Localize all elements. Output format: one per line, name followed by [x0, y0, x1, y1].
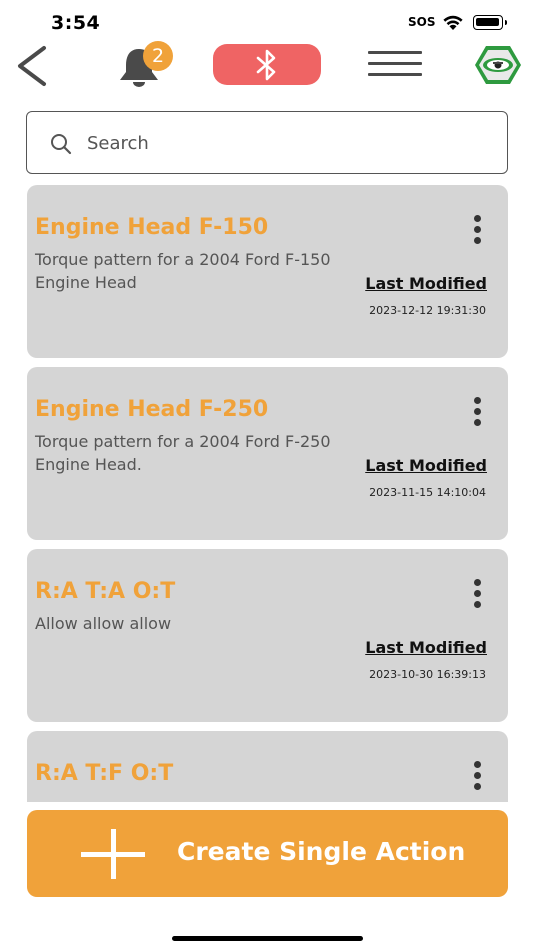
bluetooth-button[interactable]: [213, 44, 321, 85]
dot-icon: [473, 783, 481, 790]
bluetooth-icon: [256, 49, 276, 80]
create-button-label: Create Single Action: [177, 837, 466, 866]
action-card[interactable]: Engine Head F-250 Torque pattern for a 2…: [27, 367, 508, 540]
menu-line-icon: [368, 62, 422, 65]
app-logo[interactable]: [474, 44, 522, 86]
dot-icon: [473, 419, 481, 426]
more-options-button[interactable]: [467, 761, 487, 797]
dot-icon: [473, 408, 481, 415]
search-input[interactable]: [87, 126, 487, 160]
more-options-button[interactable]: [467, 397, 487, 433]
chevron-left-icon: [18, 46, 46, 86]
last-modified-label: Last Modified: [365, 456, 487, 475]
card-title: Engine Head F-250: [35, 397, 269, 422]
action-card[interactable]: R:A T:A O:T Allow allow allow Last Modif…: [27, 549, 508, 722]
action-card[interactable]: Engine Head F-150 Torque pattern for a 2…: [27, 185, 508, 358]
action-list-area[interactable]: Engine Head F-150 Torque pattern for a 2…: [0, 90, 534, 802]
dot-icon: [473, 601, 481, 608]
more-options-button[interactable]: [467, 579, 487, 615]
last-modified-date: 2023-10-30 16:39:13: [369, 668, 486, 681]
last-modified-label: Last Modified: [365, 274, 487, 293]
dot-icon: [473, 590, 481, 597]
search-bar[interactable]: [26, 111, 508, 174]
dot-icon: [473, 226, 481, 233]
logo-icon: [475, 46, 521, 84]
search-icon: [51, 134, 72, 155]
notifications-button[interactable]: 2: [113, 41, 177, 88]
nav-bar: 2: [0, 41, 534, 90]
card-description: Torque pattern for a 2004 Ford F-250 Eng…: [35, 432, 331, 474]
battery-icon: [473, 15, 507, 30]
sos-indicator: SOS: [408, 15, 436, 29]
last-modified-date: 2023-12-12 19:31:30: [369, 304, 486, 317]
dot-icon: [473, 397, 481, 404]
card-title: R:A T:A O:T: [35, 579, 176, 604]
last-modified-date: 2023-11-15 14:10:04: [369, 486, 486, 499]
menu-line-icon: [368, 73, 422, 76]
wifi-icon: [441, 13, 465, 35]
dot-icon: [473, 237, 481, 244]
dot-icon: [473, 772, 481, 779]
plus-icon: [81, 829, 145, 879]
card-title: Engine Head F-150: [35, 215, 269, 240]
dot-icon: [473, 579, 481, 586]
menu-button[interactable]: [368, 51, 422, 81]
last-modified-label: Last Modified: [365, 638, 487, 657]
dot-icon: [473, 215, 481, 222]
back-button[interactable]: [12, 44, 56, 88]
card-description: Allow allow allow: [35, 614, 172, 633]
dot-icon: [473, 761, 481, 768]
action-card[interactable]: R:A T:F O:T: [27, 731, 508, 802]
status-time: 3:54: [51, 12, 101, 34]
notification-badge: 2: [143, 41, 173, 71]
more-options-button[interactable]: [467, 215, 487, 251]
card-description: Torque pattern for a 2004 Ford F-150 Eng…: [35, 250, 331, 292]
status-bar: 3:54 SOS: [0, 0, 534, 44]
create-single-action-button[interactable]: Create Single Action: [27, 810, 508, 897]
menu-line-icon: [368, 51, 422, 54]
home-indicator[interactable]: [172, 936, 363, 941]
card-title: R:A T:F O:T: [35, 761, 174, 786]
